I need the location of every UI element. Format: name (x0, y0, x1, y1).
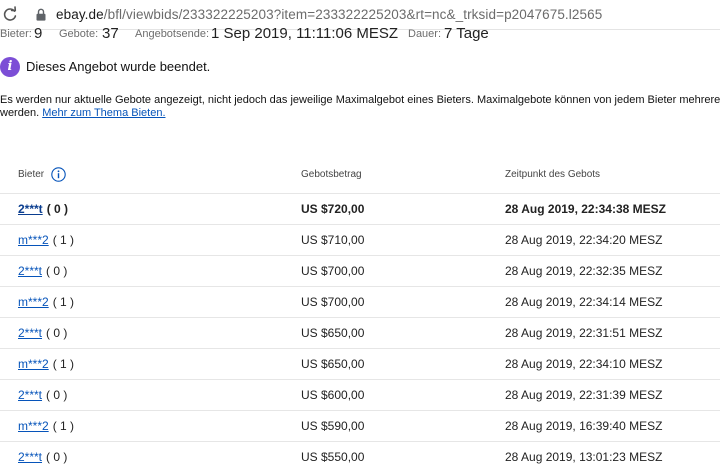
bid-amount: US $720,00 (301, 202, 365, 216)
info-icon: i (0, 57, 20, 77)
bidder-cell: 2***t ( 0 ) (18, 264, 67, 278)
table-row: 2***t ( 0 ) US $550,00 28 Aug 2019, 13:01:2… (0, 442, 720, 470)
header-time: Zeitpunkt des Gebots (505, 169, 601, 180)
bidder-link[interactable]: 2***t (18, 202, 43, 216)
bid-info-description: Es werden nur aktuelle Gebote angezeigt,… (0, 94, 720, 120)
bidder-feedback-score: ( 1 ) (52, 295, 75, 309)
bidder-link[interactable]: 2***t (18, 388, 42, 402)
bid-amount: US $700,00 (301, 295, 365, 309)
header-bidder: Bieter (18, 169, 45, 180)
description-line-2: werden. Mehr zum Thema Bieten. (0, 107, 720, 120)
duration-value: 7 Tage (444, 28, 489, 42)
bidder-cell: 2***t ( 0 ) (18, 450, 67, 464)
bid-time: 28 Aug 2019, 22:31:51 MESZ (505, 326, 663, 340)
header-amount: Gebotsbetrag (301, 169, 362, 180)
table-row: 2***t ( 0 ) US $600,00 28 Aug 2019, 22:31:3… (0, 380, 720, 411)
bidder-feedback-score: ( 1 ) (52, 419, 75, 433)
bidder-feedback-score: ( 0 ) (46, 264, 68, 278)
table-header: Bieter Gebotsbetrag Zeitpunkt des Gebots (0, 160, 720, 194)
bidder-link[interactable]: m***2 (18, 419, 49, 433)
table-row: m***2( 1 ) US $590,00 28 Aug 2019, 16:39:4… (0, 411, 720, 442)
bid-amount: US $710,00 (301, 233, 365, 247)
bidder-feedback-score: ( 1 ) (52, 233, 75, 247)
notice-text: Dieses Angebot wurde beendet. (26, 59, 211, 74)
url-text[interactable]: ebay.de/bfl/viewbids/233322225203?item=2… (56, 7, 602, 22)
bidder-link[interactable]: 2***t (18, 450, 42, 464)
bid-time: 28 Aug 2019, 22:34:38 MESZ (505, 202, 666, 216)
table-row: 2***t( 0 ) US $720,00 28 Aug 2019, 22:34:3… (0, 194, 720, 225)
bid-time: 28 Aug 2019, 22:34:20 MESZ (505, 233, 663, 247)
end-label: Angebotsende: (135, 28, 210, 40)
bid-amount: US $550,00 (301, 450, 365, 464)
url-path: /bfl/viewbids/233322225203?item=23332222… (103, 7, 603, 22)
bid-time: 28 Aug 2019, 22:32:35 MESZ (505, 264, 663, 278)
end-value: 1 Sep 2019, 11:11:06 MESZ (211, 28, 399, 42)
bids-label: Gebote: (59, 28, 99, 40)
bid-time: 28 Aug 2019, 22:31:39 MESZ (505, 388, 663, 402)
bids-value: 37 (102, 28, 119, 42)
bidder-link[interactable]: m***2 (18, 357, 49, 371)
bidder-cell: m***2( 1 ) (18, 357, 74, 371)
bidder-link[interactable]: m***2 (18, 233, 49, 247)
description-line-2-text: werden. (0, 107, 43, 119)
duration-label: Dauer: (408, 28, 442, 40)
table-row: m***2( 1 ) US $710,00 28 Aug 2019, 22:34:2… (0, 225, 720, 256)
table-row: 2***t ( 0 ) US $700,00 28 Aug 2019, 22:32:3… (0, 256, 720, 287)
reload-icon[interactable] (2, 5, 18, 23)
bidder-cell: 2***t ( 0 ) (18, 388, 67, 402)
bid-amount: US $700,00 (301, 264, 365, 278)
bidder-link[interactable]: m***2 (18, 295, 49, 309)
bidder-cell: m***2( 1 ) (18, 419, 74, 433)
bidder-feedback-score: ( 0 ) (46, 326, 68, 340)
table-row: m***2( 1 ) US $650,00 28 Aug 2019, 22:34:1… (0, 349, 720, 380)
bid-history-table: Bieter Gebotsbetrag Zeitpunkt des Gebots… (0, 160, 720, 470)
table-body: 2***t( 0 ) US $720,00 28 Aug 2019, 22:34:3… (0, 194, 720, 470)
table-row: 2***t ( 0 ) US $650,00 28 Aug 2019, 22:31:5… (0, 318, 720, 349)
bidder-cell: 2***t ( 0 ) (18, 326, 67, 340)
bidder-cell: m***2( 1 ) (18, 295, 74, 309)
bidder-feedback-score: ( 0 ) (46, 202, 69, 216)
listing-summary: Bieter: 9 Gebote: 37 Angebotsende: 1 Sep… (0, 28, 720, 44)
bid-amount: US $600,00 (301, 388, 365, 402)
bidders-label: Bieter: (0, 28, 32, 40)
bidder-cell: m***2( 1 ) (18, 233, 74, 247)
bidder-link[interactable]: 2***t (18, 326, 42, 340)
bidder-feedback-score: ( 1 ) (52, 357, 75, 371)
bid-time: 28 Aug 2019, 22:34:10 MESZ (505, 357, 663, 371)
browser-address-bar: ebay.de/bfl/viewbids/233322225203?item=2… (0, 0, 720, 30)
bid-time: 28 Aug 2019, 16:39:40 MESZ (505, 419, 663, 433)
lock-icon (36, 8, 46, 21)
bid-amount: US $590,00 (301, 419, 365, 433)
bid-amount: US $650,00 (301, 357, 365, 371)
bid-time: 28 Aug 2019, 13:01:23 MESZ (505, 450, 663, 464)
bidder-info-icon[interactable] (51, 167, 66, 182)
bidder-link[interactable]: 2***t (18, 264, 42, 278)
description-line-1: Es werden nur aktuelle Gebote angezeigt,… (0, 94, 720, 106)
bid-time: 28 Aug 2019, 22:34:14 MESZ (505, 295, 663, 309)
bidder-feedback-score: ( 0 ) (46, 388, 68, 402)
bidder-cell: 2***t( 0 ) (18, 202, 68, 216)
bidder-feedback-score: ( 0 ) (46, 450, 68, 464)
learn-more-bidding-link[interactable]: Mehr zum Thema Bieten. (42, 107, 165, 119)
bidders-value: 9 (34, 28, 43, 42)
table-row: m***2( 1 ) US $700,00 28 Aug 2019, 22:34:1… (0, 287, 720, 318)
url-host: ebay.de (56, 7, 104, 22)
bid-amount: US $650,00 (301, 326, 365, 340)
